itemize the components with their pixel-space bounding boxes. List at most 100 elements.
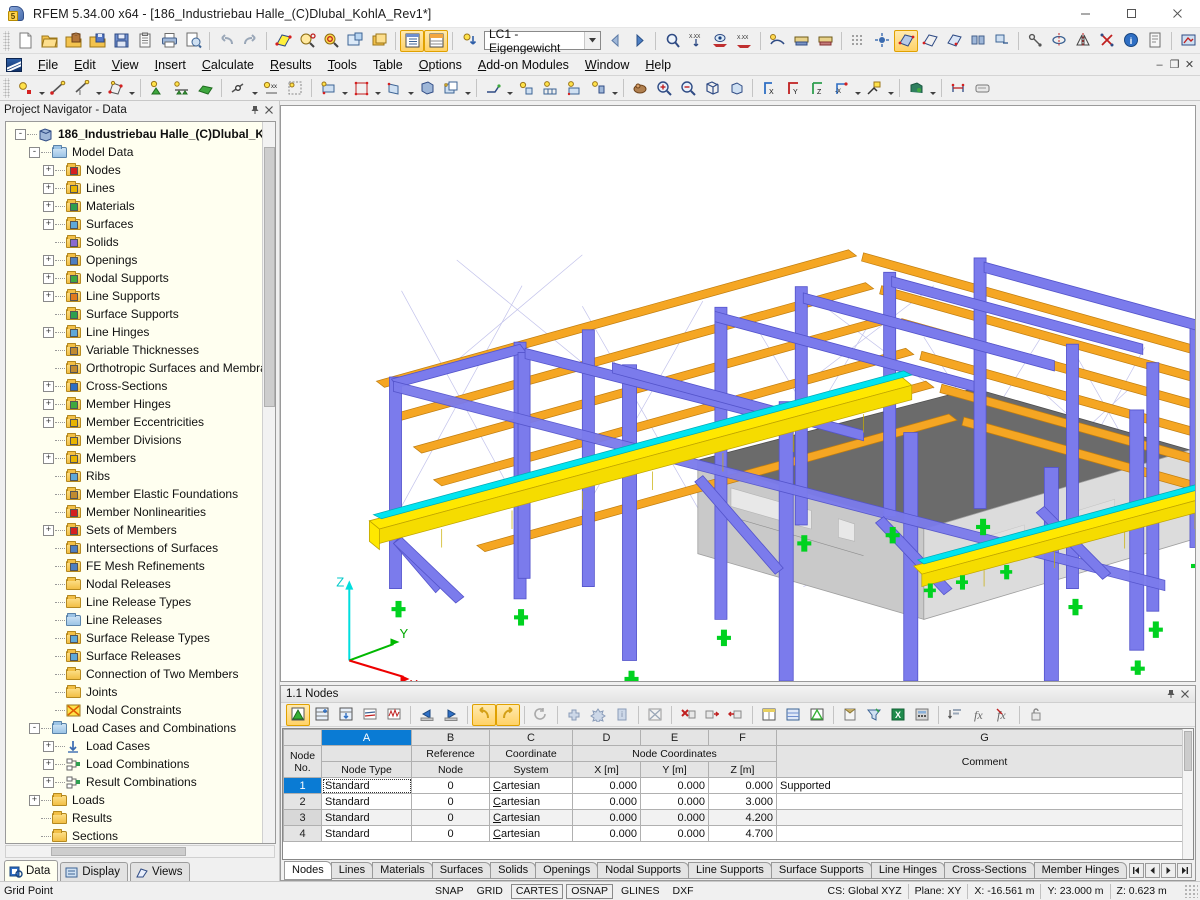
render-model-icon[interactable] — [271, 30, 295, 52]
tree-item-line-hinges[interactable]: + Line Hinges — [9, 323, 275, 341]
dimension-icon[interactable] — [946, 77, 970, 99]
sort-icon[interactable] — [943, 704, 967, 726]
resize-gripper[interactable] — [1184, 884, 1198, 898]
menu-insert[interactable]: Insert — [147, 56, 194, 74]
save-as-icon[interactable] — [85, 30, 109, 52]
tree-item-line-releases[interactable]: Line Releases — [9, 611, 275, 629]
tree-item-186-industriebau-halle-c-dlubal-kohla[interactable]: - 186_Industriebau Halle_(C)Dlubal_KohlA — [9, 125, 275, 143]
menu-edit[interactable]: Edit — [66, 56, 104, 74]
status-toggle-osnap[interactable]: OSNAP — [566, 883, 614, 899]
tree-expander[interactable]: - — [15, 128, 26, 140]
comment-icon[interactable] — [970, 77, 994, 99]
tree-item-member-eccentricities[interactable]: + Member Eccentricities — [9, 413, 275, 431]
cell-node-no[interactable]: 4 — [283, 825, 322, 842]
menu-tools[interactable]: Tools — [320, 56, 365, 74]
nodes-table[interactable]: A B C D E F G Node No. Reference Coordin… — [282, 728, 1194, 860]
prev-loadcase-icon[interactable] — [603, 30, 627, 52]
navigator-tab-data[interactable]: Data — [4, 860, 59, 881]
menu-file[interactable]: File — [30, 56, 66, 74]
tree-item-cross-sections[interactable]: + Cross-Sections — [9, 377, 275, 395]
table-row[interactable]: 1 Standard 0 Cartesian 0.000 0.000 0.000 Suppor… — [283, 777, 1193, 794]
cell-y[interactable]: 0.000 — [640, 809, 709, 826]
new-nodal-support-icon[interactable] — [145, 77, 169, 99]
status-toggle-dxf[interactable]: DXF — [667, 883, 699, 899]
open-file-icon[interactable] — [37, 30, 61, 52]
insert-row-icon[interactable] — [310, 704, 334, 726]
mirror-icon[interactable] — [1071, 30, 1095, 52]
tree-expander[interactable]: + — [43, 272, 54, 284]
tree-expander[interactable]: + — [43, 524, 54, 536]
tree-item-model-data[interactable]: - Model Data — [9, 143, 275, 161]
tree-expander[interactable]: + — [43, 776, 54, 788]
tree-item-sections[interactable]: Sections — [9, 827, 275, 843]
tree-expander[interactable]: + — [43, 416, 54, 428]
maximize-button[interactable] — [1108, 0, 1154, 28]
tree-expander[interactable]: + — [43, 758, 54, 770]
table-row[interactable]: 2 Standard 0 Cartesian 0.000 0.000 3.000 — [283, 793, 1193, 810]
tree-item-nodal-constraints[interactable]: Nodal Constraints — [9, 701, 275, 719]
tree-item-load-cases-and-combinations[interactable]: - Load Cases and Combinations — [9, 719, 275, 737]
add-row-icon[interactable] — [562, 704, 586, 726]
status-toggle-cartes[interactable]: CARTES — [510, 883, 564, 899]
tree-item-line-supports[interactable]: + Line Supports — [9, 287, 275, 305]
nodal-loads-icon[interactable] — [813, 30, 837, 52]
menu-options[interactable]: Options — [411, 56, 470, 74]
cell-z[interactable]: 4.700 — [708, 825, 777, 842]
undo-icon[interactable] — [214, 30, 238, 52]
redo-icon[interactable] — [238, 30, 262, 52]
clear-table-icon[interactable] — [643, 704, 667, 726]
navigator-tree[interactable]: -186_Industriebau Halle_(C)Dlubal_KohlA -… — [6, 122, 275, 843]
tree-item-member-elastic-foundations[interactable]: Member Elastic Foundations — [9, 485, 275, 503]
tree-item-member-nonlinearities[interactable]: Member Nonlinearities — [9, 503, 275, 521]
cell-x[interactable]: 0.000 — [572, 825, 641, 842]
minimize-button[interactable] — [1062, 0, 1108, 28]
app-menu-icon[interactable] — [4, 56, 24, 74]
tree-item-connection-of-two-members[interactable]: Connection of Two Members — [9, 665, 275, 683]
table-tab-lines[interactable]: Lines — [330, 861, 374, 879]
cell-z[interactable]: 0.000 — [708, 777, 777, 794]
view-3d-icon[interactable] — [700, 77, 724, 99]
print-icon[interactable] — [157, 30, 181, 52]
tree-item-solids[interactable]: Solids — [9, 233, 275, 251]
prev-tab-icon[interactable] — [1145, 862, 1160, 878]
tree-expander[interactable]: + — [43, 164, 54, 176]
model-check-icon[interactable] — [628, 77, 652, 99]
printout-report-icon[interactable] — [1143, 30, 1167, 52]
tree-item-surface-release-types[interactable]: Surface Release Types — [9, 629, 275, 647]
tree-scroll-thumb[interactable] — [264, 147, 275, 407]
table-tab-surface-supports[interactable]: Surface Supports — [770, 861, 872, 879]
first-tab-icon[interactable] — [1129, 862, 1144, 878]
table-close-icon[interactable] — [1178, 687, 1192, 701]
filter-icon[interactable] — [862, 704, 886, 726]
cell-x[interactable]: 0.000 — [572, 809, 641, 826]
clear-function-icon[interactable]: fx — [991, 704, 1015, 726]
delete-row-icon[interactable] — [676, 704, 700, 726]
load-frame-dropdown[interactable] — [373, 77, 382, 99]
tree-hscrollbar[interactable] — [5, 845, 275, 858]
tree-item-nodal-supports[interactable]: + Nodal Supports — [9, 269, 275, 287]
zoom-in-icon[interactable] — [652, 77, 676, 99]
rotate-icon[interactable] — [1047, 30, 1071, 52]
cell-comment[interactable] — [776, 809, 1193, 826]
view-x-icon[interactable]: X — [757, 77, 781, 99]
column-header-e[interactable]: E — [640, 729, 709, 746]
cell-y[interactable]: 0.000 — [640, 777, 709, 794]
cell-comment[interactable]: Supported — [776, 777, 1193, 794]
hinge-dropdown[interactable] — [250, 77, 259, 99]
last-tab-icon[interactable] — [1177, 862, 1192, 878]
table-row[interactable]: 3 Standard 0 Cartesian 0.000 0.000 4.200 — [283, 809, 1193, 826]
cell-node-type[interactable]: Standard — [321, 809, 412, 826]
cell-x[interactable]: 0.000 — [572, 793, 641, 810]
table-pin-icon[interactable] — [1164, 687, 1178, 701]
deformation-icon[interactable]: X.XX — [684, 30, 708, 52]
new-load-free-icon[interactable] — [382, 77, 406, 99]
column-header-c[interactable]: C — [489, 729, 573, 746]
menu-calculate[interactable]: Calculate — [194, 56, 262, 74]
column-layout-icon[interactable] — [757, 704, 781, 726]
cell-z[interactable]: 3.000 — [708, 793, 777, 810]
menu-table[interactable]: Table — [365, 56, 411, 74]
cell-z[interactable]: 4.200 — [708, 809, 777, 826]
tree-item-nodal-releases[interactable]: Nodal Releases — [9, 575, 275, 593]
show-tables-icon[interactable] — [400, 29, 424, 52]
edit-cell-icon[interactable] — [805, 704, 829, 726]
